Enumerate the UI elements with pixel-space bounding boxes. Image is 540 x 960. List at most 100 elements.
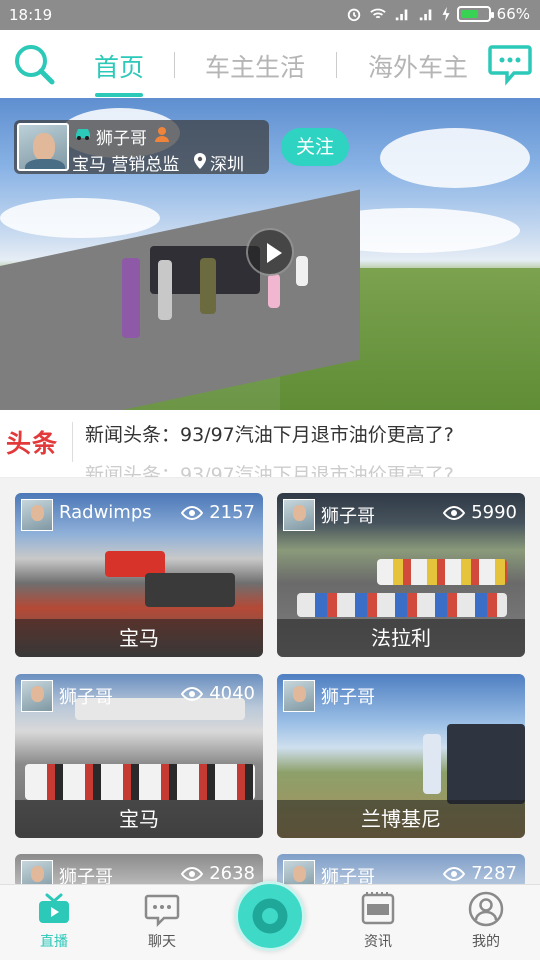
- card-user-name: 狮子哥: [321, 867, 375, 884]
- active-tab-indicator: [95, 93, 143, 97]
- nav-news-label: 资讯: [364, 934, 392, 950]
- tab-home[interactable]: 首页: [94, 48, 144, 84]
- streamer-city: 深圳: [210, 155, 244, 175]
- nav-chat-label: 聊天: [148, 934, 176, 950]
- avatar[interactable]: [21, 860, 53, 884]
- live-card[interactable]: 狮子哥 2638: [15, 854, 263, 884]
- person-figure: [268, 274, 280, 308]
- live-card[interactable]: 狮子哥 兰博基尼: [277, 674, 525, 838]
- race-cars: [297, 593, 507, 617]
- avatar-face: [33, 133, 55, 161]
- status-icons: 66%: [345, 5, 530, 23]
- tab-divider: [336, 52, 337, 78]
- alarm-icon: [347, 8, 360, 22]
- live-card[interactable]: 狮子哥 7287: [277, 854, 525, 884]
- eye-icon: [181, 867, 203, 881]
- live-card[interactable]: 狮子哥 5990 法拉利: [277, 493, 525, 657]
- view-count: 5990: [471, 502, 517, 523]
- cloud: [380, 128, 530, 188]
- avatar[interactable]: [21, 499, 53, 531]
- person-icon: [155, 127, 169, 142]
- nav-profile-label: 我的: [472, 934, 500, 950]
- avatar[interactable]: [283, 499, 315, 531]
- eye-icon: [443, 506, 465, 520]
- card-caption: 法拉利: [277, 619, 525, 657]
- avatar-shirt: [25, 159, 65, 169]
- person-figure: [122, 258, 140, 338]
- news-headline[interactable]: 新闻头条：93/97汽油下月退市油价更高了?: [85, 420, 454, 447]
- card-user-name: 狮子哥: [321, 506, 375, 527]
- card-user-name: 狮子哥: [59, 867, 113, 884]
- card-caption: 宝马: [15, 800, 263, 838]
- live-card[interactable]: Radwimps 2157 宝马: [15, 493, 263, 657]
- eye-icon: [181, 687, 203, 701]
- news-icon: [361, 892, 395, 925]
- news-headline-next: 新闻头条：93/97汽油下月退市油价更高了?: [85, 464, 454, 478]
- view-count: 2638: [209, 863, 255, 884]
- hero-video[interactable]: 狮子哥 宝马 营销总监 深圳 关注: [0, 98, 540, 410]
- person-figure: [158, 260, 172, 320]
- eye-icon: [443, 867, 465, 881]
- view-count: 2157: [209, 502, 255, 523]
- live-card-grid: Radwimps 2157 宝马 狮子哥 5990 法拉利 狮子哥 4040 宝…: [0, 478, 540, 884]
- news-logo: 头条: [6, 429, 59, 458]
- wifi-icon: [369, 8, 386, 19]
- nav-chat[interactable]: 聊天: [132, 891, 192, 951]
- card-user-name: 狮子哥: [59, 687, 113, 708]
- battery-percent: 66%: [496, 5, 530, 23]
- avatar[interactable]: [17, 123, 69, 171]
- battery-icon: [456, 6, 494, 22]
- avatar[interactable]: [283, 860, 315, 884]
- top-nav: 首页 车主生活 海外车主: [0, 30, 540, 98]
- race-cars: [377, 559, 507, 585]
- card-caption: 兰博基尼: [277, 800, 525, 838]
- location-pin-icon: [194, 153, 206, 169]
- car-brand: 宝马: [72, 155, 106, 175]
- bottom-nav: 直播 聊天 资讯 我的: [0, 881, 540, 960]
- view-count: 4040: [209, 683, 255, 704]
- race-cars: [25, 764, 255, 800]
- card-user-name: 狮子哥: [321, 687, 375, 708]
- nav-news[interactable]: 资讯: [348, 891, 408, 951]
- charging-icon: [442, 6, 450, 22]
- play-icon[interactable]: [246, 228, 294, 276]
- streamer-role: 营销总监: [111, 155, 180, 175]
- nav-live[interactable]: 直播: [24, 891, 84, 951]
- car-image: [145, 573, 235, 607]
- tab-overseas-owners[interactable]: 海外车主: [368, 48, 468, 84]
- chat-icon: [144, 894, 180, 927]
- profile-icon: [468, 891, 504, 927]
- signal-icon-2: [419, 9, 431, 21]
- card-caption: 宝马: [15, 619, 263, 657]
- search-icon[interactable]: [12, 42, 56, 86]
- car-image: [447, 724, 525, 804]
- nav-profile[interactable]: 我的: [456, 891, 516, 951]
- nav-live-label: 直播: [40, 934, 68, 950]
- chat-bubble-icon[interactable]: [488, 42, 532, 86]
- news-divider: [72, 422, 73, 462]
- person-figure: [200, 258, 216, 314]
- tab-car-owner-life[interactable]: 车主生活: [205, 48, 305, 84]
- status-time: 18:19: [9, 6, 53, 24]
- streamer-name: 狮子哥: [96, 129, 147, 149]
- person-figure: [423, 734, 441, 794]
- eye-icon: [181, 506, 203, 520]
- follow-button[interactable]: 关注: [281, 128, 349, 166]
- streamer-card[interactable]: 狮子哥 宝马 营销总监 深圳: [14, 120, 269, 175]
- tab-divider: [174, 52, 175, 78]
- cloud: [0, 198, 160, 238]
- avatar[interactable]: [21, 680, 53, 712]
- battery-fill: [460, 10, 478, 18]
- tv-icon: [39, 893, 69, 923]
- view-count: 7287: [471, 863, 517, 884]
- streamer-info: 宝马 营销总监: [72, 150, 179, 175]
- news-ticker[interactable]: 头条 新闻头条：93/97汽油下月退市油价更高了? 新闻头条：93/97汽油下月…: [0, 410, 540, 478]
- car-icon: [76, 129, 90, 140]
- record-icon[interactable]: [235, 881, 305, 951]
- live-card[interactable]: 狮子哥 4040 宝马: [15, 674, 263, 838]
- card-user-name: Radwimps: [59, 502, 152, 523]
- person-figure: [296, 256, 308, 286]
- status-bar: 18:19 66%: [0, 0, 540, 30]
- avatar[interactable]: [283, 680, 315, 712]
- signal-icon: [395, 9, 407, 21]
